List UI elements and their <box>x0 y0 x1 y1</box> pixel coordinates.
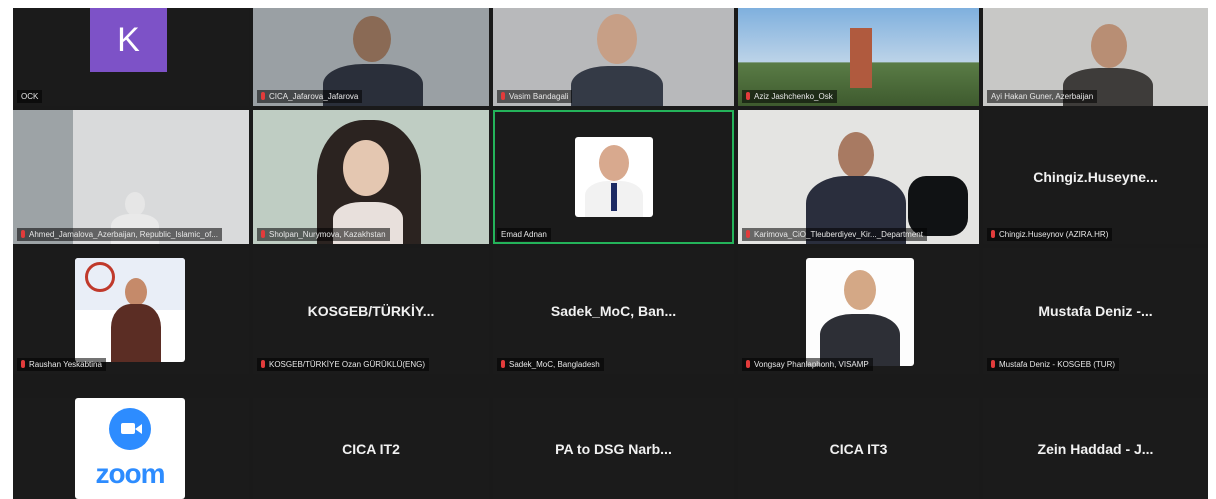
active-speaker-tile[interactable]: Emad Adnan <box>493 110 734 244</box>
participant-tile[interactable]: Aziz Jashchenko_Osk <box>738 8 979 106</box>
participant-name: CICA_Jafarova_Jafarova <box>257 90 363 103</box>
virtual-background <box>850 28 872 88</box>
participant-name: Sadek_MoC, Bangladesh <box>497 358 604 371</box>
mic-muted-icon <box>261 230 265 238</box>
mic-muted-icon <box>991 360 995 368</box>
mic-muted-icon <box>21 230 25 238</box>
participant-display-name: Chingiz.Huseyne... <box>1033 169 1158 185</box>
participant-name: Sholpan_Nurymova, Kazakhstan <box>257 228 390 241</box>
participant-name: Ahmed_Jamalova_Azerbaijan, Republic_Isla… <box>17 228 222 241</box>
participant-video <box>738 110 979 244</box>
zoom-logo-text: zoom <box>95 458 165 489</box>
participant-name: Ayi Hakan Guner, Azerbaijan <box>987 90 1098 103</box>
participant-gallery: K OCK CICA_Jafarova_Jafarova Vasim Banda… <box>13 8 1208 499</box>
participant-tile[interactable]: CICA IT3 <box>738 398 979 499</box>
participant-display-name: Mustafa Deniz -... <box>1038 303 1153 319</box>
participant-photo <box>75 258 185 362</box>
participant-name: Vasim Bandagali <box>497 90 573 103</box>
participant-tile[interactable]: Ahmed_Jamalova_Azerbaijan, Republic_Isla… <box>13 110 249 244</box>
mic-muted-icon <box>501 92 505 100</box>
participant-tile[interactable]: Zein Haddad - J... <box>983 398 1208 499</box>
participant-tile[interactable]: K OCK <box>13 8 249 106</box>
participant-display-name: KOSGEB/TÜRKİY... <box>307 303 435 319</box>
mic-muted-icon <box>746 360 750 368</box>
mic-muted-icon <box>261 92 265 100</box>
participant-tile[interactable]: Karimova_CiO_Tleuberdiyev_Kir..._Departm… <box>738 110 979 244</box>
mic-muted-icon <box>261 360 265 368</box>
participant-name: Raushan Yeskabtina <box>17 358 106 371</box>
participant-tile[interactable]: CICA_Jafarova_Jafarova <box>253 8 489 106</box>
participant-tile[interactable]: Vasim Bandagali <box>493 8 734 106</box>
participant-display-name: CICA IT2 <box>342 440 400 457</box>
zoom-meeting-window: K OCK CICA_Jafarova_Jafarova Vasim Banda… <box>0 0 1216 499</box>
participant-name: Aziz Jashchenko_Osk <box>742 90 837 103</box>
participant-tile[interactable]: CICA IT2 <box>253 398 489 499</box>
participant-name: Mustafa Deniz - KOSGEB (TUR) <box>987 358 1120 371</box>
participant-photo <box>806 258 914 366</box>
participant-tile[interactable]: PA to DSG Narb... <box>493 398 734 499</box>
participant-tile[interactable]: Vongsay Phanlaphonh, VISAMP <box>738 248 979 374</box>
participant-tile[interactable]: Sholpan_Nurymova, Kazakhstan <box>253 110 489 244</box>
zoom-logo: zoom <box>75 398 185 499</box>
participant-tile[interactable]: Ayi Hakan Guner, Azerbaijan <box>983 8 1208 106</box>
participant-display-name: PA to DSG Narb... <box>555 440 672 457</box>
participant-display-name: CICA IT3 <box>829 440 888 457</box>
participant-display-name: Zein Haddad - J... <box>1037 440 1154 457</box>
participant-video <box>253 110 489 244</box>
mic-muted-icon <box>501 360 505 368</box>
participant-name: Karimova_CiO_Tleuberdiyev_Kir..._Departm… <box>742 228 927 241</box>
avatar-initial: K <box>90 8 167 72</box>
participant-name: Vongsay Phanlaphonh, VISAMP <box>742 358 873 371</box>
mic-muted-icon <box>746 230 750 238</box>
participant-name: Chingiz.Huseynov (AZIRA.HR) <box>987 228 1113 241</box>
participant-name: Emad Adnan <box>497 228 551 241</box>
participant-name: KOSGEB/TÜRKİYE Ozan GÜRÜKLÜ(ENG) <box>257 358 430 371</box>
participant-tile[interactable]: KOSGEB/TÜRKİY... KOSGEB/TÜRKİYE Ozan GÜR… <box>253 248 489 374</box>
participant-name: OCK <box>17 90 43 103</box>
mic-muted-icon <box>746 92 750 100</box>
participant-tile[interactable]: Raushan Yeskabtina <box>13 248 249 374</box>
participant-display-name: Sadek_MoC, Ban... <box>550 303 677 319</box>
video-camera-icon <box>109 408 151 450</box>
participant-figure <box>13 110 249 244</box>
participant-tile[interactable]: Chingiz.Huseyne... Chingiz.Huseynov (AZI… <box>983 110 1208 244</box>
mic-muted-icon <box>991 230 995 238</box>
mic-muted-icon <box>21 360 25 368</box>
participant-tile[interactable]: Mustafa Deniz -... Mustafa Deniz - KOSGE… <box>983 248 1208 374</box>
participant-photo <box>575 137 653 217</box>
participant-tile[interactable]: Sadek_MoC, Ban... Sadek_MoC, Bangladesh <box>493 248 734 374</box>
participant-tile[interactable]: zoom <box>13 398 249 499</box>
